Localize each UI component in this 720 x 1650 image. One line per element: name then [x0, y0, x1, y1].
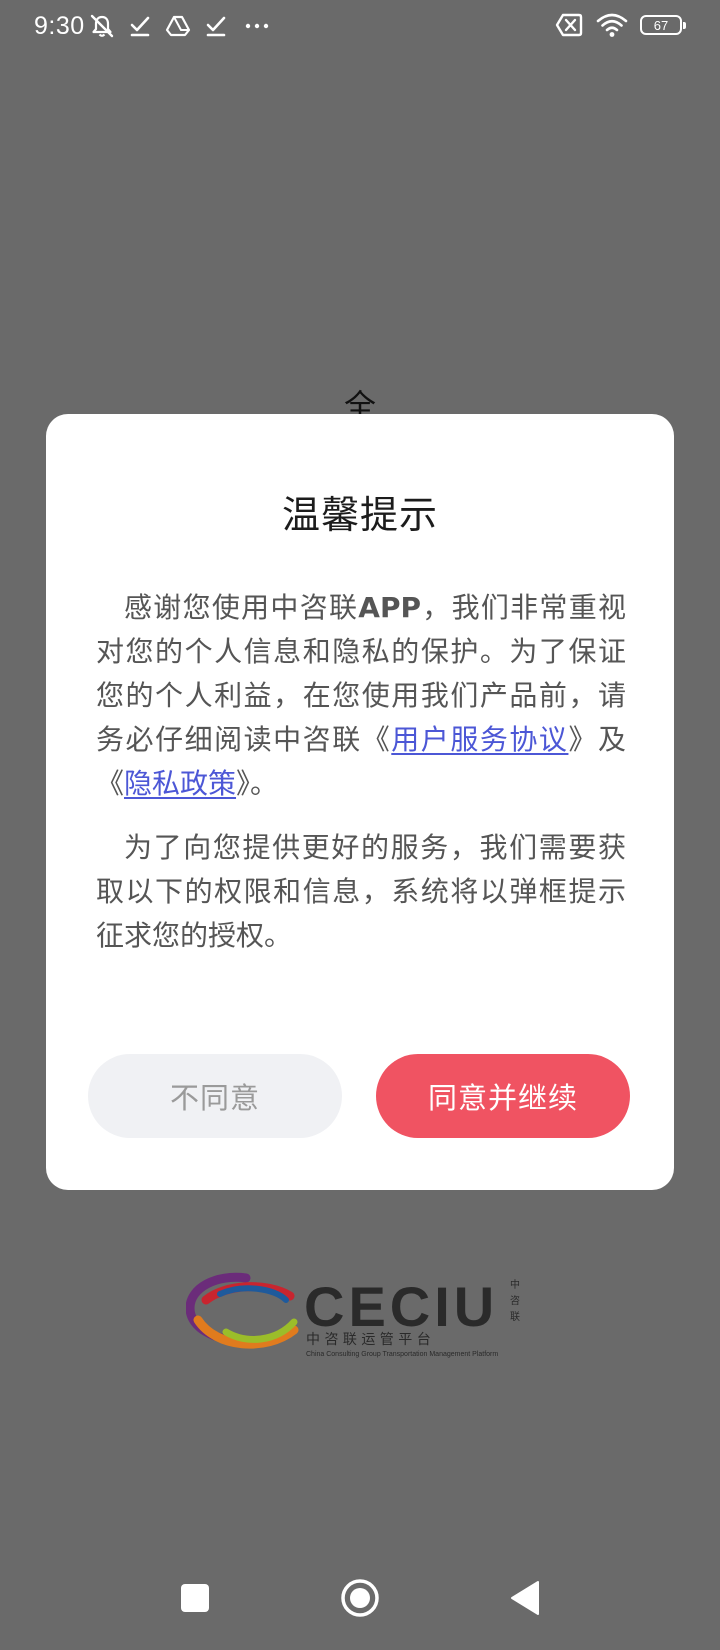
agree-continue-button[interactable]: 同意并继续 [376, 1054, 630, 1138]
paragraph-text: 》。 [236, 767, 279, 800]
status-right-icons: 67 [554, 12, 686, 38]
home-button[interactable] [330, 1568, 390, 1628]
logo-en-name: China Consulting Group Transportation Ma… [306, 1351, 498, 1358]
drive-icon [165, 15, 191, 37]
app-name-text: APP [358, 591, 421, 624]
status-left-icons [88, 12, 274, 40]
wifi-icon [596, 13, 628, 37]
check-icon [206, 16, 226, 37]
logo-swirl-icon [186, 1272, 299, 1349]
status-time: 9:30 [34, 12, 85, 40]
navigation-bar [0, 1560, 720, 1650]
logo-cn-name: 中 咨 联 运 管 平 台 [306, 1332, 431, 1348]
user-agreement-link[interactable]: 用户服务协议 [391, 723, 568, 756]
sim-off-icon [555, 13, 583, 37]
battery-level: 67 [653, 17, 669, 33]
logo-cn-vertical-1: 中 [510, 1278, 520, 1291]
notifications-off-icon [90, 14, 114, 38]
back-button[interactable] [495, 1568, 555, 1628]
privacy-policy-link[interactable]: 隐私政策 [124, 767, 236, 800]
home-icon [341, 1579, 379, 1617]
paragraph-text: 感谢您使用中咨联 [124, 591, 359, 624]
logo-cn-vertical-3: 联 [510, 1311, 520, 1323]
logo-brand: CECIU [304, 1275, 498, 1338]
dialog-paragraph-1: 感谢您使用中咨联APP，我们非常重视对您的个人信息和隐私的保护。为了保证您的个人… [96, 586, 626, 806]
ceciu-logo: CECIU 中 咨 联 中 咨 联 运 管 平 台 China Consulti… [186, 1272, 520, 1358]
dialog-title: 温馨提示 [281, 493, 438, 537]
status-bar: 9:30 67 [0, 0, 720, 56]
more-dots-icon [245, 23, 269, 29]
battery-icon: 67 [640, 15, 686, 35]
dialog-body: 感谢您使用中咨联APP，我们非常重视对您的个人信息和隐私的保护。为了保证您的个人… [96, 586, 626, 958]
background-title: 全 [343, 387, 376, 414]
dialog-paragraph-2: 为了向您提供更好的服务，我们需要获取以下的权限和信息，系统将以弹框提示征求您的授… [96, 831, 626, 952]
privacy-dialog: 温馨提示 感谢您使用中咨联APP，我们非常重视对您的个人信息和隐私的保护。为了保… [46, 414, 674, 1190]
recents-button[interactable] [165, 1568, 225, 1628]
recents-icon [181, 1584, 209, 1612]
logo-cn-vertical-2: 咨 [510, 1294, 520, 1307]
check-icon [130, 16, 150, 37]
disagree-button[interactable]: 不同意 [88, 1054, 342, 1138]
back-icon [511, 1581, 539, 1615]
